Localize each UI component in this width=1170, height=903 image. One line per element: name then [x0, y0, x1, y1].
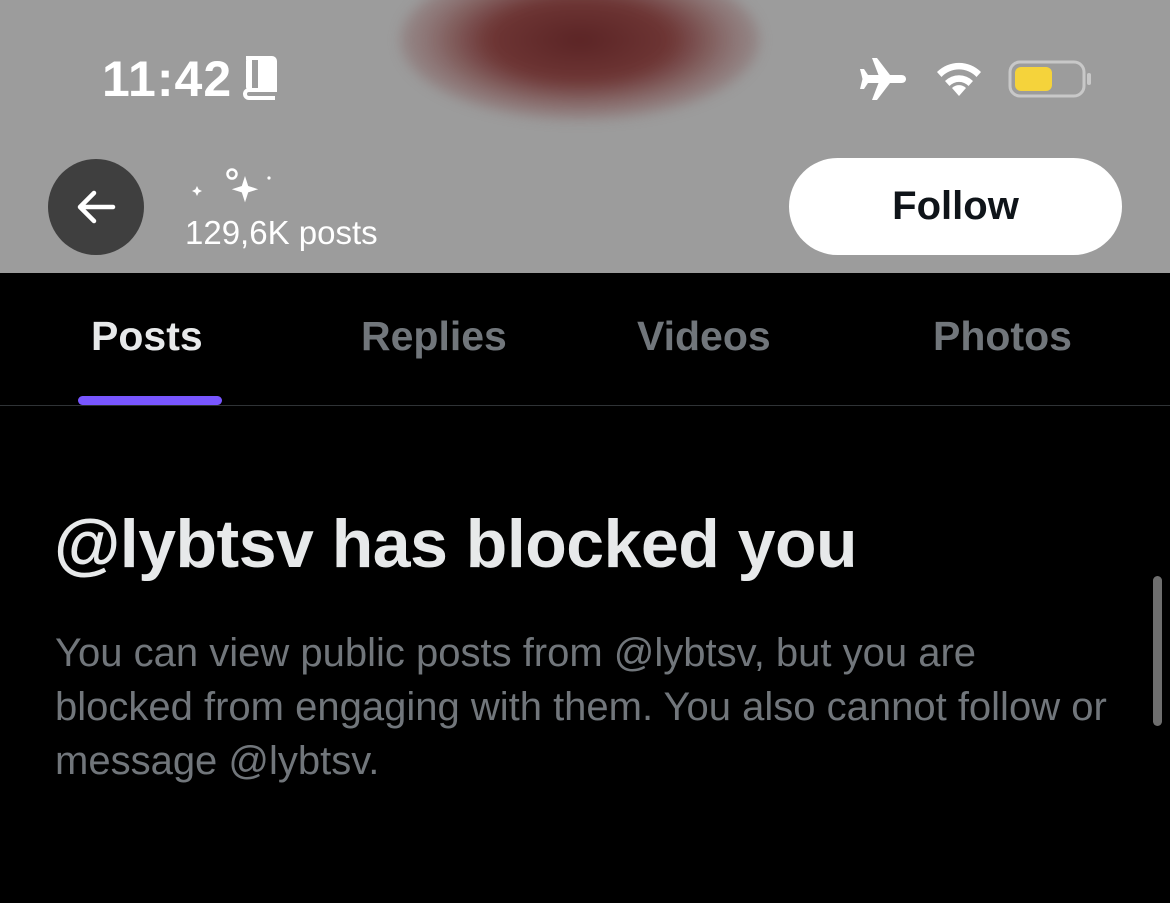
wifi-icon	[937, 62, 981, 96]
tab-photos[interactable]: Photos	[933, 313, 1072, 360]
active-tab-indicator	[78, 396, 222, 405]
sparkles-icon	[192, 168, 271, 203]
banner-image	[400, 0, 760, 120]
status-time: 11:42	[102, 51, 233, 107]
post-count: 129,6K posts	[185, 214, 378, 251]
scrollbar[interactable]	[1153, 576, 1162, 726]
blocked-title: @lybtsv has blocked you	[54, 506, 858, 582]
back-button[interactable]	[48, 159, 144, 255]
tab-posts[interactable]: Posts	[91, 313, 203, 360]
airplane-icon	[860, 58, 906, 100]
blocked-description: You can view public posts from @lybtsv, …	[55, 631, 1107, 783]
tab-videos[interactable]: Videos	[637, 313, 771, 360]
arrow-left-icon	[77, 190, 116, 224]
profile-header: 11:42 129,6K posts Follow	[0, 0, 1170, 273]
follow-button[interactable]: Follow	[789, 158, 1122, 255]
profile-tabs: Posts Replies Videos Photos	[0, 273, 1170, 406]
tab-replies[interactable]: Replies	[361, 313, 507, 360]
battery-icon	[1008, 60, 1091, 98]
book-icon	[243, 56, 277, 100]
